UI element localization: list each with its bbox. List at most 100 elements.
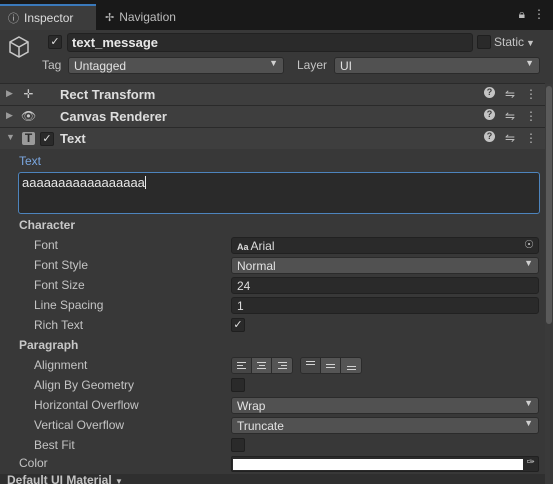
align-left-icon [237, 362, 246, 369]
vertical-overflow-label: Vertical Overflow [34, 418, 125, 432]
text-component-icon: T [22, 132, 35, 145]
align-right-icon [277, 362, 287, 369]
chevron-down-icon: ▼ [115, 477, 123, 484]
material-label: Default UI Material [7, 473, 112, 484]
component-text[interactable]: ▼ T ✓ Text ? ⇋ ⋮ [0, 127, 545, 149]
static-dropdown[interactable]: Static ▼ [494, 35, 535, 49]
fold-right-icon[interactable]: ▶ [6, 110, 13, 121]
help-icon[interactable]: ? [483, 109, 495, 120]
color-label: Color [19, 456, 48, 470]
chevron-down-icon: ▼ [269, 58, 278, 68]
chevron-down-icon: ▼ [524, 398, 533, 408]
text-cursor [144, 176, 146, 189]
navigation-icon: ✢ [105, 11, 115, 24]
vertical-overflow-value: Truncate [237, 419, 284, 433]
tag-label: Tag [42, 58, 62, 72]
text-content-input[interactable]: aaaaaaaaaaaaaaaaa [18, 172, 540, 214]
font-size-field[interactable]: 24 [231, 277, 539, 294]
font-style-dropdown[interactable]: Normal ▼ [231, 257, 539, 274]
paragraph-header: Paragraph [19, 338, 79, 352]
presets-icon[interactable]: ⇋ [505, 87, 515, 101]
align-by-geometry-label: Align By Geometry [34, 378, 135, 392]
font-value: Arial [250, 239, 275, 253]
horizontal-alignment-group [231, 357, 293, 374]
component-title: Text [60, 131, 86, 146]
fold-down-icon[interactable]: ▼ [6, 132, 15, 142]
chevron-down-icon: ▼ [526, 38, 535, 48]
align-by-geometry-checkbox[interactable] [231, 378, 245, 392]
color-swatch [233, 459, 523, 470]
best-fit-checkbox[interactable] [231, 438, 245, 452]
horizontal-overflow-label: Horizontal Overflow [34, 398, 139, 412]
font-asset-icon: Aa [237, 242, 249, 252]
font-size-label: Font Size [34, 278, 85, 292]
presets-icon[interactable]: ⇋ [505, 109, 515, 123]
scrollbar-thumb[interactable] [546, 86, 552, 324]
align-top-button[interactable] [301, 358, 321, 373]
align-center-icon [257, 362, 266, 369]
component-rect-transform[interactable]: ▶ ✛ Rect Transform ? ⇋ ⋮ [0, 83, 545, 105]
font-field[interactable]: Aa Arial ☉ [231, 237, 539, 254]
component-menu-icon[interactable]: ⋮ [525, 109, 537, 123]
text-content-value: aaaaaaaaaaaaaaaaa [22, 175, 145, 190]
component-menu-icon[interactable]: ⋮ [525, 87, 537, 101]
presets-icon[interactable]: ⇋ [505, 131, 515, 145]
align-bottom-icon [346, 366, 356, 370]
color-field[interactable]: ✑ [231, 456, 539, 472]
more-menu-icon[interactable]: ⋮ [533, 7, 545, 22]
align-left-button[interactable] [232, 358, 252, 373]
tag-dropdown[interactable]: Untagged ▼ [68, 57, 284, 74]
component-title: Rect Transform [60, 87, 156, 102]
layer-label: Layer [297, 58, 328, 72]
layer-dropdown[interactable]: UI ▼ [334, 57, 540, 74]
align-center-button[interactable] [252, 358, 272, 373]
font-style-value: Normal [237, 259, 276, 273]
align-right-button[interactable] [272, 358, 292, 373]
layer-value: UI [340, 59, 352, 73]
static-checkbox[interactable] [477, 35, 491, 49]
align-middle-icon [326, 363, 335, 368]
rich-text-checkbox[interactable]: ✓ [231, 318, 245, 332]
tab-inspector-label: Inspector [24, 11, 74, 25]
tab-inspector[interactable]: ⓘ Inspector [0, 4, 96, 30]
eye-icon: 👁︎ [21, 109, 37, 123]
help-icon[interactable]: ? [483, 131, 495, 142]
vertical-overflow-dropdown[interactable]: Truncate ▼ [231, 417, 539, 434]
lock-icon[interactable]: 🔒︎ [519, 7, 525, 22]
object-picker-icon[interactable]: ☉ [524, 238, 534, 251]
font-label: Font [34, 238, 59, 252]
tab-navigation[interactable]: ✢ Navigation [97, 4, 197, 30]
rect-transform-icon: ✛ [23, 87, 34, 101]
tag-value: Untagged [74, 59, 127, 73]
horizontal-overflow-dropdown[interactable]: Wrap ▼ [231, 397, 539, 414]
help-icon[interactable]: ? [483, 87, 495, 98]
font-style-label: Font Style [34, 258, 89, 272]
tab-navigation-label: Navigation [119, 10, 176, 24]
line-spacing-field[interactable]: 1 [231, 297, 539, 314]
component-canvas-renderer[interactable]: ▶ 👁︎ Canvas Renderer ? ⇋ ⋮ [0, 105, 545, 127]
component-menu-icon[interactable]: ⋮ [525, 131, 537, 145]
align-top-icon [306, 361, 315, 365]
fold-right-icon[interactable]: ▶ [6, 88, 13, 99]
static-label: Static [494, 35, 525, 49]
material-dropdown[interactable]: Default UI Material ▼ [7, 474, 123, 484]
vertical-alignment-group [300, 357, 362, 374]
alignment-label: Alignment [34, 358, 88, 372]
chevron-down-icon: ▼ [524, 418, 533, 428]
gameobject-active-checkbox[interactable]: ✓ [48, 35, 62, 49]
align-middle-button[interactable] [321, 358, 341, 373]
horizontal-overflow-value: Wrap [237, 399, 266, 413]
eyedropper-icon[interactable]: ✑ [527, 457, 535, 468]
gameobject-name-field[interactable]: text_message [67, 33, 473, 52]
align-bottom-button[interactable] [341, 358, 361, 373]
component-title: Canvas Renderer [60, 109, 167, 124]
chevron-down-icon: ▼ [525, 58, 534, 68]
text-enabled-checkbox[interactable]: ✓ [40, 132, 54, 146]
line-spacing-label: Line Spacing [34, 298, 104, 312]
chevron-down-icon: ▼ [524, 258, 533, 268]
character-header: Character [19, 218, 76, 232]
gameobject-cube-icon [9, 36, 29, 58]
text-field-label: Text [19, 154, 42, 168]
best-fit-label: Best Fit [34, 438, 75, 452]
info-icon: ⓘ [8, 13, 19, 25]
